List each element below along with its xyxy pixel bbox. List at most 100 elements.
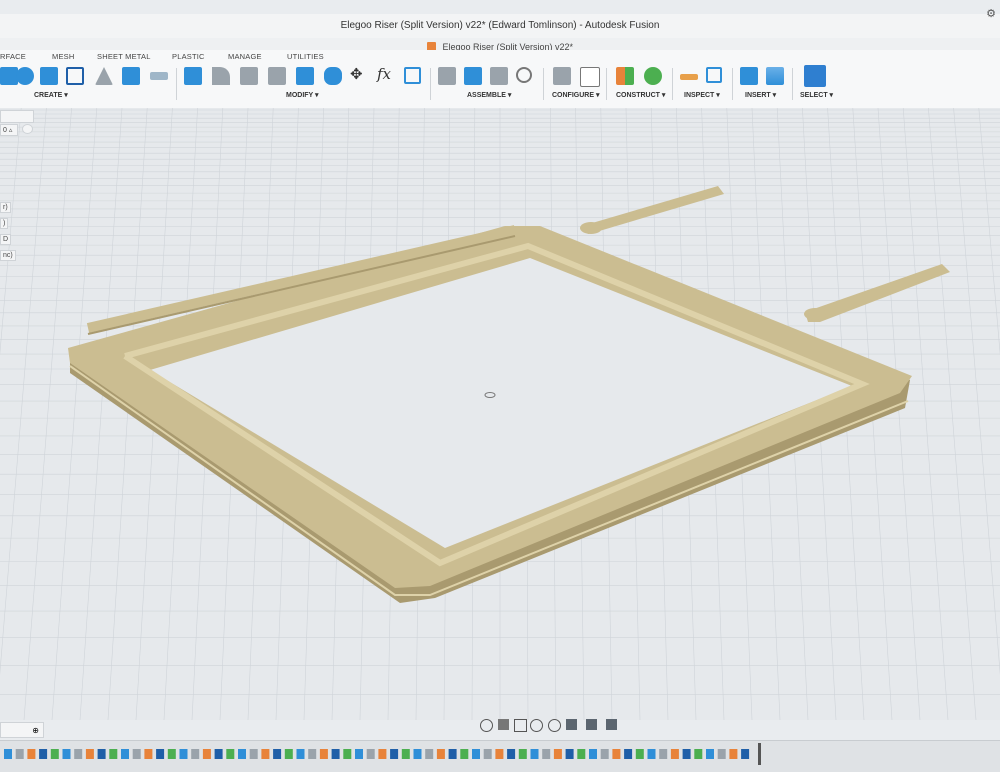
timeline-feature-icon[interactable] — [343, 749, 352, 759]
timeline-feature-icon[interactable] — [495, 749, 504, 759]
timeline-feature-icon[interactable] — [472, 749, 480, 759]
insert-derive-icon[interactable] — [740, 67, 758, 85]
timeline-feature-icon[interactable] — [366, 749, 375, 759]
timeline-feature-icon[interactable] — [273, 749, 282, 759]
modify-shell-icon[interactable] — [268, 67, 286, 85]
construct-menu[interactable]: CONSTRUCT ▾ — [616, 91, 665, 99]
modify-press-pull-icon[interactable] — [184, 67, 202, 85]
assemble-as-built-joint-icon[interactable] — [490, 67, 508, 85]
insert-menu[interactable]: INSERT ▾ — [745, 91, 776, 99]
modify-scale-icon[interactable] — [404, 67, 421, 84]
canvas-viewport[interactable] — [0, 108, 1000, 720]
timeline-feature-icon[interactable] — [589, 749, 597, 759]
browser-row-4[interactable]: nc) — [0, 250, 16, 261]
browser-row-top[interactable] — [0, 110, 34, 123]
timeline-feature-icon[interactable] — [191, 749, 200, 759]
create-cylinder-icon[interactable] — [16, 67, 34, 85]
orbit-icon[interactable] — [480, 719, 493, 732]
timeline-feature-icon[interactable] — [577, 749, 586, 759]
zoom-icon[interactable] — [530, 719, 543, 732]
browser-row-1[interactable]: r) — [0, 202, 11, 213]
create-cone-icon[interactable] — [95, 67, 113, 85]
timeline-feature-icon[interactable] — [425, 749, 434, 759]
timeline-marker[interactable] — [758, 743, 761, 765]
modify-menu[interactable]: MODIFY ▾ — [286, 91, 319, 99]
timeline-feature-icon[interactable] — [542, 749, 551, 759]
timeline-feature-icon[interactable] — [518, 749, 527, 759]
timeline-feature-icon[interactable] — [238, 749, 246, 759]
create-menu[interactable]: CREATE ▾ — [34, 91, 68, 99]
configure-table-icon[interactable] — [553, 67, 571, 85]
inspect-menu[interactable]: INSPECT ▾ — [684, 91, 720, 99]
settings-icon[interactable]: ⚙ — [986, 2, 996, 26]
timeline-feature-icon[interactable] — [109, 749, 118, 759]
select-tool-icon[interactable] — [804, 65, 826, 87]
timeline-feature-icon[interactable] — [249, 749, 258, 759]
timeline-feature-icons[interactable] — [4, 743, 761, 765]
zoom-window-icon[interactable] — [548, 719, 561, 732]
timeline-feature-icon[interactable] — [401, 749, 410, 759]
tab-surface[interactable]: RFACE — [0, 52, 26, 61]
timeline-feature-icon[interactable] — [167, 749, 176, 759]
timeline-feature-icon[interactable] — [144, 749, 153, 759]
assemble-new-component-icon[interactable] — [438, 67, 456, 85]
timeline-feature-icon[interactable] — [612, 749, 621, 759]
timeline-feature-icon[interactable] — [436, 749, 445, 759]
timeline-feature-icon[interactable] — [729, 749, 738, 759]
comments-panel[interactable]: ⊕ — [0, 722, 44, 738]
parameters-fx-icon[interactable]: fx — [377, 65, 391, 83]
create-sketch-icon[interactable] — [66, 67, 84, 85]
timeline-feature-icon[interactable] — [413, 749, 422, 759]
timeline-feature-icon[interactable] — [670, 749, 679, 759]
timeline-feature-icon[interactable] — [296, 749, 305, 759]
create-solid-icon[interactable] — [122, 67, 140, 85]
inspect-measure-icon[interactable] — [680, 74, 698, 80]
timeline-feature-icon[interactable] — [390, 749, 399, 759]
timeline-feature-icon[interactable] — [62, 749, 71, 759]
modify-combine-icon[interactable] — [296, 67, 314, 85]
move-icon[interactable]: ✥ — [350, 65, 363, 83]
add-comment-icon[interactable]: ⊕ — [32, 726, 39, 735]
browser-row-2[interactable]: ) — [0, 218, 9, 229]
timeline-feature-icon[interactable] — [460, 749, 469, 759]
timeline-feature-icon[interactable] — [659, 749, 668, 759]
timeline-feature-icon[interactable] — [132, 749, 141, 759]
timeline-feature-icon[interactable] — [706, 749, 714, 759]
timeline-feature-icon[interactable] — [530, 749, 539, 759]
timeline-feature-icon[interactable] — [624, 749, 633, 759]
browser-row-3[interactable]: D — [0, 234, 12, 245]
tab-utilities[interactable]: UTILITIES — [287, 52, 324, 61]
timeline-feature-icon[interactable] — [214, 749, 223, 759]
timeline-feature-icon[interactable] — [483, 749, 492, 759]
timeline-feature-icon[interactable] — [331, 749, 340, 759]
tab-sheet-metal[interactable]: SHEET METAL — [97, 52, 151, 61]
timeline-feature-icon[interactable] — [50, 749, 59, 759]
timeline-feature-icon[interactable] — [121, 749, 129, 759]
timeline-feature-icon[interactable] — [156, 749, 165, 759]
timeline-feature-icon[interactable] — [202, 749, 211, 759]
tab-plastic[interactable]: PLASTIC — [172, 52, 205, 61]
timeline-feature-icon[interactable] — [261, 749, 270, 759]
create-extrude-icon[interactable] — [40, 67, 58, 85]
look-at-icon[interactable] — [498, 719, 509, 730]
browser-field[interactable]: 0 ▵ — [0, 124, 18, 136]
tab-manage[interactable]: MANAGE — [228, 52, 262, 61]
timeline-feature-icon[interactable] — [448, 749, 457, 759]
timeline-feature-icon[interactable] — [647, 749, 656, 759]
viewports-icon[interactable] — [606, 719, 617, 730]
grid-settings-icon[interactable] — [586, 719, 597, 730]
timeline-feature-icon[interactable] — [27, 749, 36, 759]
timeline-feature-icon[interactable] — [74, 749, 83, 759]
assemble-motion-icon[interactable] — [516, 67, 532, 83]
timeline-feature-icon[interactable] — [682, 749, 691, 759]
assemble-joint-icon[interactable] — [464, 67, 482, 85]
modify-chamfer-icon[interactable] — [240, 67, 258, 85]
timeline-feature-icon[interactable] — [39, 749, 48, 759]
inspect-section-icon[interactable] — [706, 67, 722, 83]
assemble-menu[interactable]: ASSEMBLE ▾ — [467, 91, 511, 99]
timeline-feature-icon[interactable] — [85, 749, 94, 759]
timeline-feature-icon[interactable] — [378, 749, 387, 759]
create-form-icon[interactable] — [150, 72, 168, 80]
timeline-feature-icon[interactable] — [15, 749, 24, 759]
insert-canvas-icon[interactable] — [766, 67, 784, 85]
